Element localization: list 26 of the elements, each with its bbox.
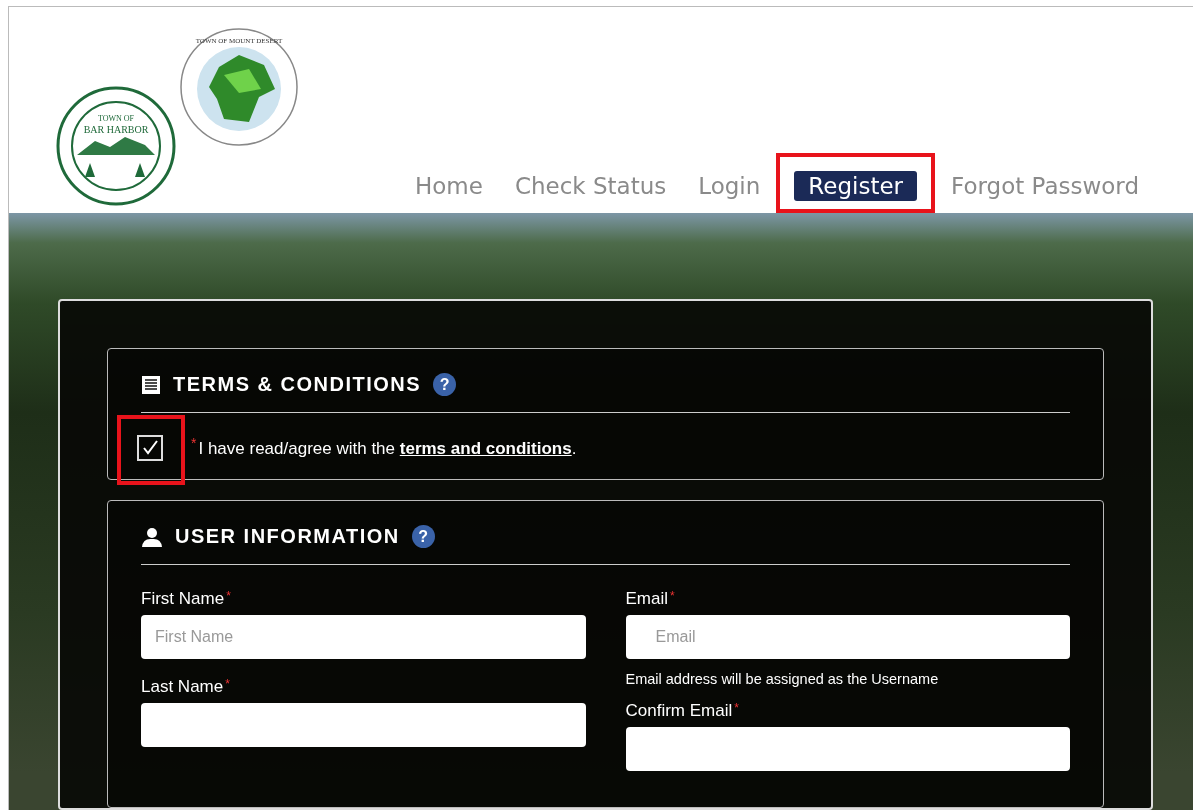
- nav-link[interactable]: Forgot Password: [937, 171, 1153, 201]
- town-seal-logo: TOWN OF BAR HARBOR: [55, 85, 177, 207]
- nav-link[interactable]: Home: [401, 171, 497, 201]
- text-field[interactable]: [141, 703, 586, 747]
- agreement-text: I have read/agree with the terms and conditions.: [198, 439, 577, 459]
- required-mark: *: [191, 435, 197, 451]
- agree-checkbox[interactable]: [137, 435, 163, 461]
- nav-link[interactable]: Check Status: [500, 171, 681, 201]
- help-button[interactable]: ?: [411, 525, 435, 548]
- section-title: USER INFORMATION: [175, 525, 400, 548]
- help-button[interactable]: ?: [433, 373, 457, 396]
- field-label: Last Name*: [141, 677, 231, 697]
- checkmark-icon: [141, 439, 159, 457]
- text-field[interactable]: [625, 727, 1070, 771]
- user-icon: [141, 526, 163, 547]
- text-field[interactable]: Email: [625, 615, 1070, 659]
- field-label: Email*: [625, 589, 676, 609]
- field-label: Confirm Email*: [625, 701, 740, 721]
- field-hint: Email address will be assigned as the Username: [625, 671, 940, 687]
- list-icon: [141, 374, 161, 395]
- field-label: First Name*: [141, 589, 232, 609]
- terms-link[interactable]: terms and conditions: [399, 439, 572, 458]
- text-field[interactable]: First Name: [141, 615, 586, 659]
- section-title: TERMS & CONDITIONS: [173, 373, 422, 396]
- nav-link[interactable]: Login: [684, 171, 775, 201]
- nav-link[interactable]: Register: [794, 171, 918, 201]
